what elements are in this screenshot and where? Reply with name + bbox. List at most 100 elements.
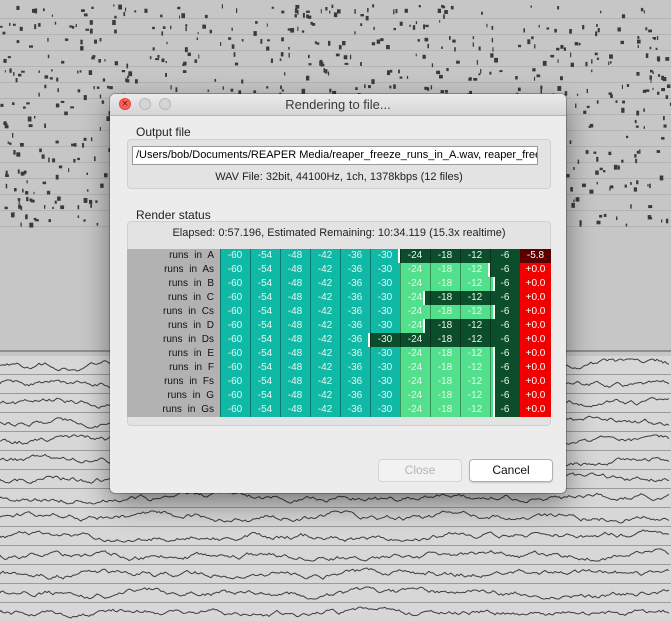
level-meter: -60 -54 -48 -42 -36 -30 -24 -18 -12 -6 (220, 263, 520, 277)
meter-tick-label: -24 (407, 306, 423, 317)
meter-tick-label: -30 (377, 292, 393, 303)
meter-tick-label: -42 (317, 250, 333, 261)
meter-tick-label: -60 (227, 264, 243, 275)
meter-tick-label: -18 (437, 250, 453, 261)
meter-tick-label: -18 (437, 404, 453, 415)
meter-tick-label: -60 (227, 376, 243, 387)
peak-readout[interactable]: -5.8 (520, 249, 551, 263)
cancel-button[interactable]: Cancel (469, 459, 553, 482)
peak-readout[interactable]: +0.0 (520, 333, 551, 347)
meter-tick-label: -12 (467, 320, 483, 331)
meter-tick-label: -30 (377, 376, 393, 387)
meter-tick-label: -18 (437, 278, 453, 289)
meter-tick-label: -30 (377, 390, 393, 401)
meter-tick-label: -48 (287, 320, 303, 331)
meter-row: runs in D -60 -54 -48 -42 -36 -30 -24 -18 -12 -6 +0… (127, 319, 551, 333)
peak-readout[interactable]: +0.0 (520, 347, 551, 361)
meter-tick-label: -36 (347, 306, 363, 317)
meter-tick-label: -42 (317, 362, 333, 373)
meter-tick-label: -36 (347, 264, 363, 275)
progress-text: Elapsed: 0:57.196, Estimated Remaining: … (172, 227, 506, 239)
meter-tick-label: -12 (467, 362, 483, 373)
peak-readout[interactable]: +0.0 (520, 389, 551, 403)
meter-tick-label: -24 (407, 348, 423, 359)
peak-readout[interactable]: +0.0 (520, 263, 551, 277)
output-path-field[interactable]: /Users/bob/Documents/REAPER Media/reaper… (132, 146, 538, 165)
meter-tick-label: -54 (257, 292, 273, 303)
level-meter: -60 -54 -48 -42 -36 -30 -24 -18 -12 -6 (220, 403, 520, 417)
level-meter: -60 -54 -48 -42 -36 -30 -24 -18 -12 -6 (220, 361, 520, 375)
peak-readout[interactable]: +0.0 (520, 319, 551, 333)
meter-tick-label: -24 (407, 250, 423, 261)
meter-tick-label: -48 (287, 264, 303, 275)
meter-tick-label: -42 (317, 320, 333, 331)
meter-tick-label: -60 (227, 250, 243, 261)
meter-row: runs in G -60 -54 -48 -42 -36 -30 -24 -18 -12 -6 +0… (127, 389, 551, 403)
meter-tick-label: -36 (347, 320, 363, 331)
meter-tick-label: -54 (257, 376, 273, 387)
meter-tick-label: -48 (287, 292, 303, 303)
track-name: runs in A (127, 249, 220, 263)
meter-tick-label: -12 (467, 278, 483, 289)
track-meters: runs in A -60 -54 -48 -42 -36 -30 -24 -18 -12 -6 -5… (127, 249, 551, 417)
meter-row: runs in C -60 -54 -48 -42 -36 -30 -24 -18 -12 -6 +0… (127, 291, 551, 305)
meter-tick-label: -48 (287, 278, 303, 289)
level-meter: -60 -54 -48 -42 -36 -30 -24 -18 -12 -6 (220, 277, 520, 291)
peak-readout[interactable]: +0.0 (520, 277, 551, 291)
meter-tick-label: -18 (437, 292, 453, 303)
meter-tick-label: -54 (257, 390, 273, 401)
meter-tick-label: -54 (257, 306, 273, 317)
title-bar[interactable]: × Rendering to file... (110, 94, 566, 116)
meter-tick-label: -12 (467, 404, 483, 415)
meter-tick-label: -12 (467, 334, 483, 345)
meter-tick-label: -42 (317, 264, 333, 275)
meter-tick-label: -18 (437, 362, 453, 373)
meter-tick-label: -30 (377, 404, 393, 415)
track-name: runs in C (127, 291, 220, 305)
meter-tick-label: -48 (287, 390, 303, 401)
meter-tick-label: -48 (287, 250, 303, 261)
meter-tick-label: -6 (500, 292, 510, 303)
meter-row: runs in As -60 -54 -48 -42 -36 -30 -24 -18 -12 -6 +… (127, 263, 551, 277)
meter-tick-label: -6 (500, 250, 510, 261)
meter-tick-label: -24 (407, 362, 423, 373)
level-meter: -60 -54 -48 -42 -36 -30 -24 -18 -12 -6 (220, 389, 520, 403)
meter-tick-label: -18 (437, 348, 453, 359)
meter-tick-label: -24 (407, 292, 423, 303)
render-dialog: × Rendering to file... Output file /User… (110, 94, 566, 493)
meter-tick-label: -12 (467, 292, 483, 303)
meter-tick-label: -36 (347, 334, 363, 345)
peak-readout[interactable]: +0.0 (520, 375, 551, 389)
meter-tick-label: -6 (500, 404, 510, 415)
level-meter: -60 -54 -48 -42 -36 -30 -24 -18 -12 -6 (220, 305, 520, 319)
meter-tick-label: -18 (437, 334, 453, 345)
meter-tick-label: -6 (500, 320, 510, 331)
meter-tick-label: -12 (467, 348, 483, 359)
close-button[interactable]: Close (378, 459, 462, 482)
peak-readout[interactable]: +0.0 (520, 305, 551, 319)
meter-tick-label: -54 (257, 320, 273, 331)
meter-tick-label: -6 (500, 348, 510, 359)
peak-readout[interactable]: +0.0 (520, 291, 551, 305)
meter-tick-label: -30 (377, 306, 393, 317)
meter-tick-label: -54 (257, 334, 273, 345)
render-status-label: Render status (136, 208, 211, 222)
meter-tick-label: -60 (227, 390, 243, 401)
meter-tick-label: -24 (407, 376, 423, 387)
meter-tick-label: -42 (317, 306, 333, 317)
meter-tick-label: -48 (287, 376, 303, 387)
meter-tick-label: -12 (467, 264, 483, 275)
meter-tick-label: -24 (407, 278, 423, 289)
meter-tick-label: -54 (257, 348, 273, 359)
meter-tick-label: -42 (317, 334, 333, 345)
track-name: runs in D (127, 319, 220, 333)
peak-readout[interactable]: +0.0 (520, 361, 551, 375)
meter-tick-label: -54 (257, 362, 273, 373)
meter-tick-label: -48 (287, 334, 303, 345)
level-meter: -60 -54 -48 -42 -36 -30 -24 -18 -12 -6 (220, 375, 520, 389)
meter-tick-label: -36 (347, 404, 363, 415)
meter-row: runs in B -60 -54 -48 -42 -36 -30 -24 -18 -12 -6 +0… (127, 277, 551, 291)
meter-tick-label: -48 (287, 362, 303, 373)
peak-readout[interactable]: +0.0 (520, 403, 551, 417)
meter-row: runs in Ds -60 -54 -48 -42 -36 -30 -24 -18 -12 -6 +… (127, 333, 551, 347)
